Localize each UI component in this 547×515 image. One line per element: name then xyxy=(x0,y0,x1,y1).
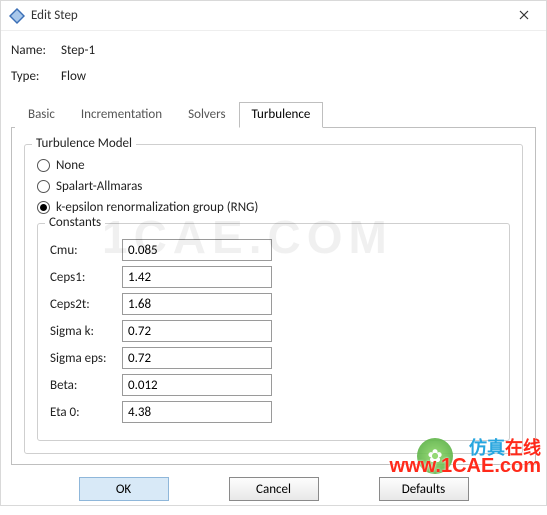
tab-basic[interactable]: Basic xyxy=(15,102,68,128)
ceps2t-input[interactable] xyxy=(122,293,272,315)
sigmaeps-label: Sigma eps: xyxy=(50,351,122,366)
defaults-button[interactable]: Defaults xyxy=(379,477,469,501)
cancel-button[interactable]: Cancel xyxy=(229,477,319,501)
radio-spalart-allmaras[interactable]: Spalart-Allmaras xyxy=(37,179,510,194)
radio-spalart-label: Spalart-Allmaras xyxy=(56,179,142,194)
titlebar: Edit Step xyxy=(1,1,546,31)
content-area: Name: Step-1 Type: Flow Basic Incrementa… xyxy=(1,31,546,515)
eta0-label: Eta 0: xyxy=(50,405,122,420)
group-constants: Constants Cmu: Ceps1: Ceps2t: Sigma k: S… xyxy=(37,223,510,441)
radio-k-epsilon-rng[interactable]: k-epsilon renormalization group (RNG) xyxy=(37,200,510,215)
tab-incrementation[interactable]: Incrementation xyxy=(68,102,175,128)
app-icon xyxy=(9,8,25,24)
edit-step-dialog: Edit Step Name: Step-1 Type: Flow Basic … xyxy=(0,0,547,506)
close-button[interactable] xyxy=(502,1,546,31)
close-icon xyxy=(519,7,529,24)
ceps1-label: Ceps1: xyxy=(50,270,122,285)
tabpage-turbulence: Turbulence Model None Spalart-Allmaras k… xyxy=(11,128,536,465)
type-value: Flow xyxy=(61,69,86,84)
tab-solvers[interactable]: Solvers xyxy=(175,102,238,128)
type-row: Type: Flow xyxy=(11,65,536,87)
dialog-title: Edit Step xyxy=(31,8,502,23)
eta0-input[interactable] xyxy=(122,401,272,423)
group-constants-title: Constants xyxy=(45,215,105,230)
sigmak-input[interactable] xyxy=(122,320,272,342)
radio-icon xyxy=(37,159,50,172)
cmu-input[interactable] xyxy=(122,239,272,261)
group-turbulence-model: Turbulence Model None Spalart-Allmaras k… xyxy=(24,144,523,454)
cmu-label: Cmu: xyxy=(50,243,122,258)
tab-turbulence[interactable]: Turbulence xyxy=(239,102,324,128)
ceps1-input[interactable] xyxy=(122,266,272,288)
beta-label: Beta: xyxy=(50,378,122,393)
sigmak-label: Sigma k: xyxy=(50,324,122,339)
dialog-buttons: OK Cancel Defaults xyxy=(11,465,536,515)
radio-icon xyxy=(37,201,50,214)
beta-input[interactable] xyxy=(122,374,272,396)
name-row: Name: Step-1 xyxy=(11,39,536,61)
ok-button[interactable]: OK xyxy=(79,477,169,501)
type-label: Type: xyxy=(11,69,61,84)
name-label: Name: xyxy=(11,43,61,58)
radio-none[interactable]: None xyxy=(37,158,510,173)
name-value: Step-1 xyxy=(61,43,95,58)
sigmaeps-input[interactable] xyxy=(122,347,272,369)
radio-none-label: None xyxy=(56,158,85,173)
tab-strip: Basic Incrementation Solvers Turbulence xyxy=(11,101,536,128)
ceps2t-label: Ceps2t: xyxy=(50,297,122,312)
radio-icon xyxy=(37,180,50,193)
radio-kerng-label: k-epsilon renormalization group (RNG) xyxy=(56,200,258,215)
group-turbulence-model-title: Turbulence Model xyxy=(32,136,136,151)
